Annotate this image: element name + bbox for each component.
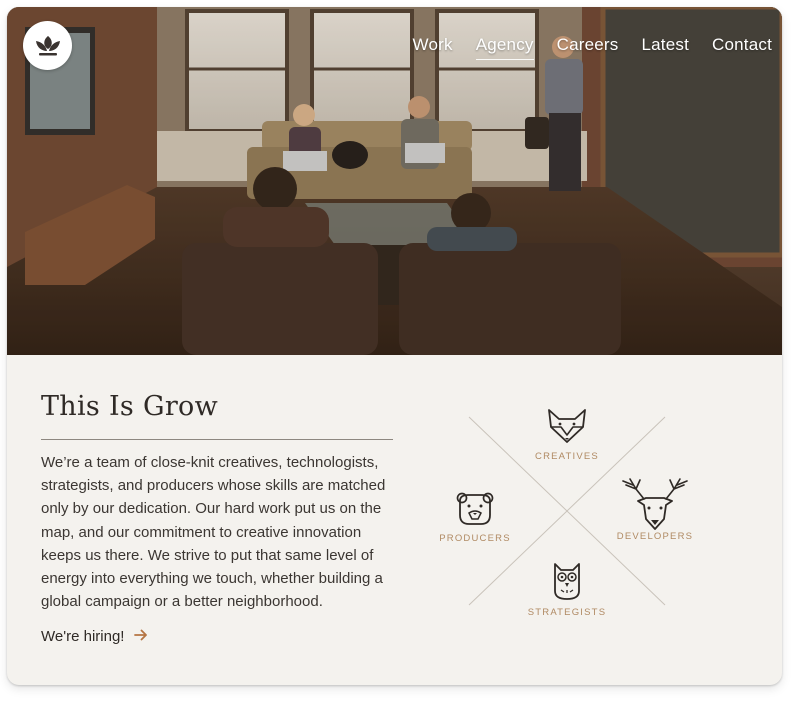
page-title: This Is Grow — [41, 391, 219, 422]
nav-latest[interactable]: Latest — [641, 35, 689, 60]
hiring-label: We're hiring! — [41, 628, 125, 645]
nav-agency[interactable]: Agency — [475, 35, 534, 60]
intro-section: This Is Grow We’re a team of close-knit … — [7, 355, 782, 685]
role-creatives: CREATIVES — [525, 407, 609, 462]
role-producers: PRODUCERS — [427, 491, 523, 544]
nav-work[interactable]: Work — [413, 35, 453, 60]
role-label-strategists: STRATEGISTS — [527, 607, 607, 618]
nav-careers[interactable]: Careers — [557, 35, 619, 60]
owl-icon — [554, 563, 580, 600]
nav-contact[interactable]: Contact — [712, 35, 772, 60]
arrow-right-icon — [134, 629, 148, 645]
intro-paragraph: We’re a team of close-knit creatives, te… — [41, 454, 386, 611]
role-strategists: STRATEGISTS — [517, 561, 617, 618]
bear-icon — [456, 492, 494, 525]
role-label-developers: DEVELOPERS — [616, 531, 694, 542]
main-nav: Work Agency Careers Latest Contact — [413, 35, 772, 60]
role-label-creatives: CREATIVES — [535, 451, 599, 462]
hiring-link[interactable]: We're hiring! — [41, 628, 148, 645]
role-label-producers: PRODUCERS — [439, 533, 511, 544]
deer-icon — [622, 478, 688, 530]
fox-icon — [548, 409, 586, 443]
browser-window: Work Agency Careers Latest Contact This … — [7, 7, 782, 685]
hero-image: Work Agency Careers Latest Contact — [7, 7, 782, 355]
sprout-leaf-icon — [35, 35, 60, 55]
title-divider — [41, 439, 393, 440]
roles-diagram: CREATIVES PRODUCERS DEVELOPERS STRATEGIS… — [439, 395, 692, 625]
role-developers: DEVELOPERS — [607, 477, 703, 542]
logo[interactable] — [23, 21, 72, 70]
